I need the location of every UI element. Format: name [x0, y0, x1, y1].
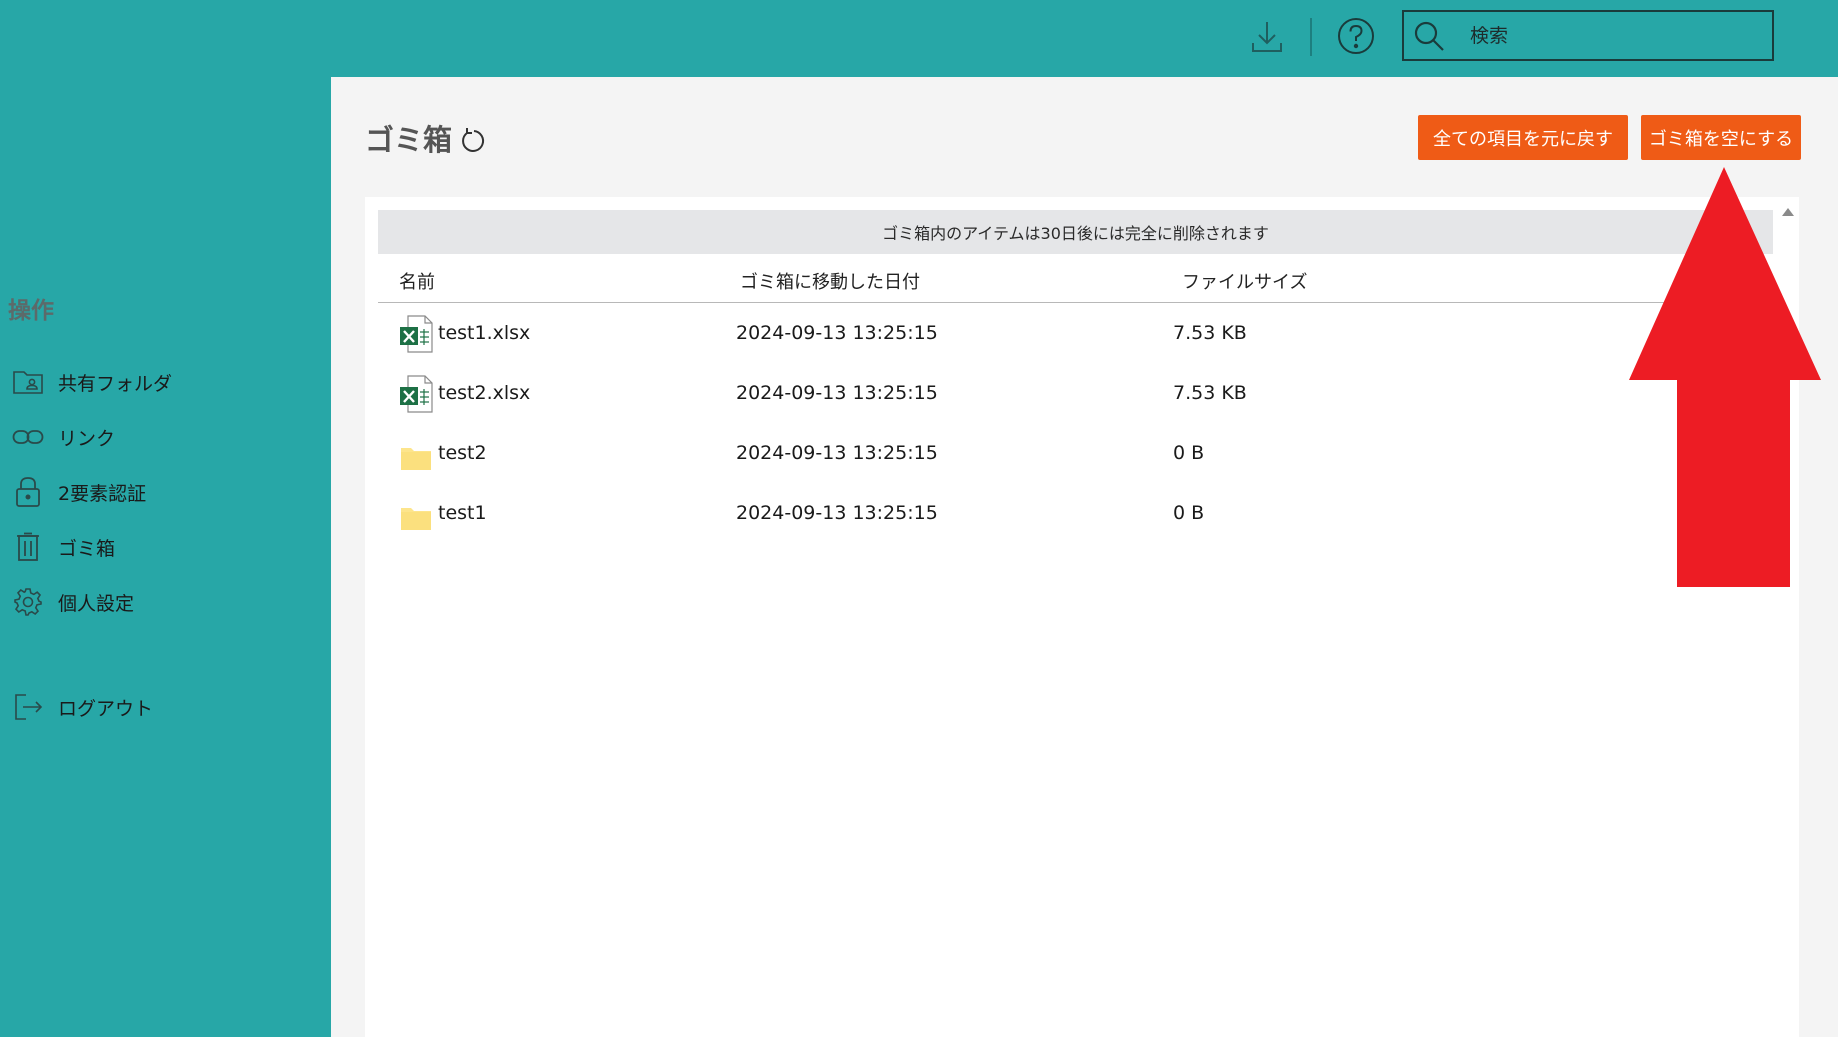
restore-all-button[interactable]: 全ての項目を元に戻す	[1418, 115, 1628, 160]
trash-list-card: ゴミ箱内のアイテムは30日後には完全に削除されます 名前 ゴミ箱に移動した日付 …	[365, 197, 1799, 1037]
excel-file-icon	[399, 375, 433, 413]
toolbar-divider	[1310, 18, 1312, 56]
search-icon	[1412, 19, 1446, 53]
moved-date: 2024-09-13 13:25:15	[736, 442, 938, 464]
main-panel: ゴミ箱 全ての項目を元に戻す ゴミ箱を空にする ゴミ箱内のアイテムは30日後には…	[331, 77, 1838, 1037]
logout-icon	[12, 691, 44, 723]
link-icon	[12, 421, 44, 453]
sidebar-item-label: 共有フォルダ	[58, 372, 173, 395]
column-header-size[interactable]: ファイルサイズ	[1182, 268, 1307, 294]
column-header-name[interactable]: 名前	[399, 268, 435, 294]
file-size: 0 B	[1173, 502, 1205, 524]
sidebar: 操作 共有フォルダ リンク 2要素認証 ゴミ箱 個人設定 ログアウト	[0, 77, 331, 1037]
file-size: 7.53 KB	[1173, 382, 1247, 404]
empty-trash-button[interactable]: ゴミ箱を空にする	[1641, 115, 1801, 160]
moved-date: 2024-09-13 13:25:15	[736, 382, 938, 404]
folder-icon	[399, 495, 433, 533]
page-title-text: ゴミ箱	[365, 123, 453, 157]
table-row[interactable]: test1 2024-09-13 13:25:15 0 B	[378, 484, 1773, 542]
trash-icon	[12, 531, 44, 563]
sidebar-item-label: リンク	[58, 427, 116, 450]
gear-icon	[12, 586, 44, 618]
table-row[interactable]: test2 2024-09-13 13:25:15 0 B	[378, 424, 1773, 482]
retention-notice: ゴミ箱内のアイテムは30日後には完全に削除されます	[378, 210, 1773, 254]
file-name: test2.xlsx	[438, 382, 531, 404]
excel-file-icon	[399, 315, 433, 353]
sidebar-item-label: ゴミ箱	[58, 537, 116, 560]
red-up-arrow-annotation	[1625, 165, 1825, 590]
search-input[interactable]	[1468, 23, 1752, 48]
search-box[interactable]	[1402, 10, 1774, 61]
help-icon[interactable]	[1337, 17, 1375, 55]
folder-name: test1	[438, 502, 487, 524]
column-header-moved-date[interactable]: ゴミ箱に移動した日付	[740, 268, 920, 294]
file-size: 0 B	[1173, 442, 1205, 464]
sidebar-item-two-factor[interactable]: 2要素認証	[12, 472, 146, 512]
sidebar-heading: 操作	[8, 298, 54, 324]
sidebar-item-logout[interactable]: ログアウト	[12, 687, 153, 727]
download-icon[interactable]	[1250, 19, 1284, 55]
lock-icon	[12, 476, 44, 508]
sidebar-item-label: 2要素認証	[58, 482, 147, 505]
top-bar	[0, 0, 1838, 77]
moved-date: 2024-09-13 13:25:15	[736, 502, 938, 524]
page-title: ゴミ箱	[365, 117, 486, 159]
table-header: 名前 ゴミ箱に移動した日付 ファイルサイズ	[378, 254, 1773, 303]
sidebar-item-shared-folder[interactable]: 共有フォルダ	[12, 362, 172, 402]
table-row[interactable]: test2.xlsx 2024-09-13 13:25:15 7.53 KB	[378, 364, 1773, 422]
refresh-icon[interactable]	[458, 127, 486, 155]
table-row[interactable]: test1.xlsx 2024-09-13 13:25:15 7.53 KB	[378, 304, 1773, 362]
sidebar-item-trash[interactable]: ゴミ箱	[12, 527, 115, 567]
sidebar-item-link[interactable]: リンク	[12, 417, 115, 457]
sidebar-item-label: 個人設定	[58, 592, 135, 615]
sidebar-item-label: ログアウト	[58, 697, 154, 720]
file-name: test1.xlsx	[438, 322, 531, 344]
sidebar-item-settings[interactable]: 個人設定	[12, 582, 134, 622]
folder-name: test2	[438, 442, 487, 464]
shared-folder-icon	[12, 366, 44, 398]
moved-date: 2024-09-13 13:25:15	[736, 322, 938, 344]
file-size: 7.53 KB	[1173, 322, 1247, 344]
folder-icon	[399, 435, 433, 473]
